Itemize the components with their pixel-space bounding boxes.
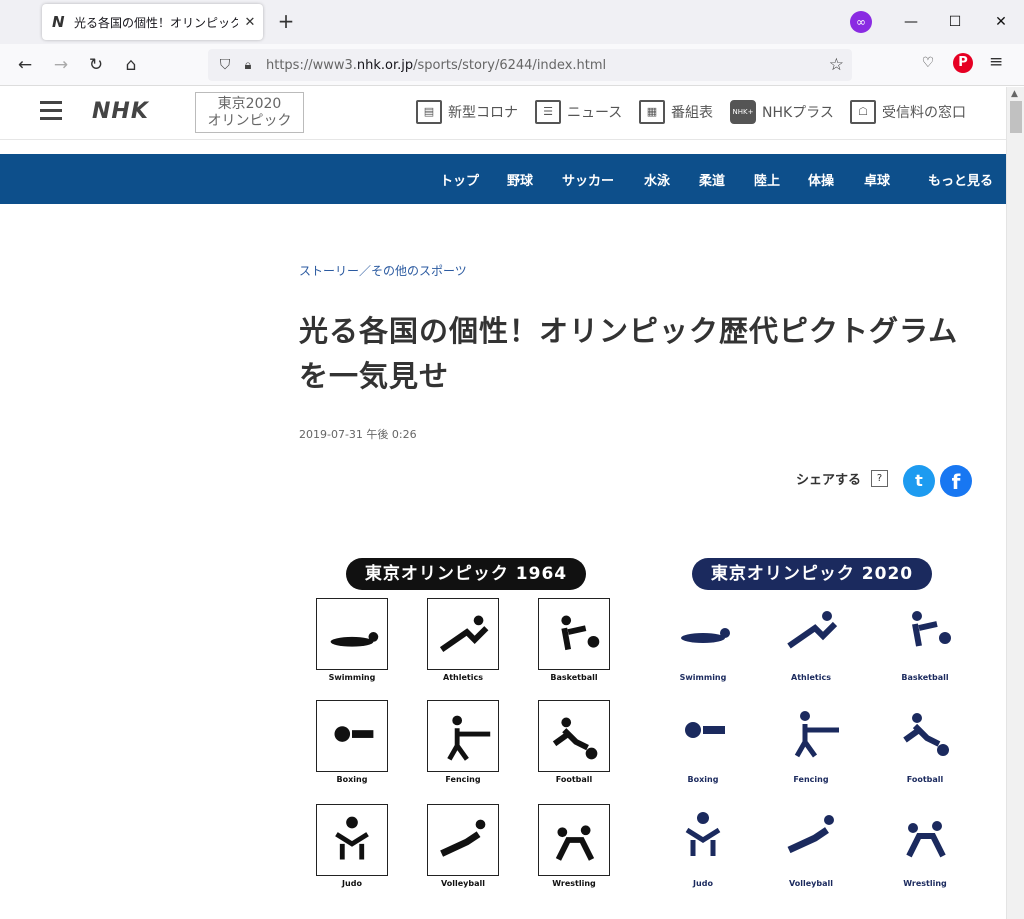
pictogram-2020-boxing — [667, 696, 739, 768]
sports-nav-table-tennis[interactable]: 卓球 — [864, 170, 890, 189]
sports-nav-athletics[interactable]: 陸上 — [754, 170, 780, 189]
pictogram-2020-fencing — [775, 696, 847, 768]
browser-nav-bar: ← → ↻ ⌂ ⛉ 🔒︎ https://www3.nhk.or.jp/spor… — [0, 44, 1024, 86]
header-link-news[interactable]: ☰ ニュース — [535, 97, 622, 127]
nhk-favicon-icon: N — [52, 13, 65, 31]
pictogram-2020-swimming — [667, 594, 739, 666]
grid-schedule-icon: ▦ — [639, 100, 665, 124]
sports-nav-baseball[interactable]: 野球 — [507, 170, 533, 189]
publish-date: 2019-07-31 午後 0:26 — [299, 428, 417, 441]
label-2020-boxing: Boxing — [687, 775, 719, 784]
label-1964-fencing: Fencing — [445, 775, 481, 784]
share-label: シェアする — [796, 473, 862, 488]
pictogram-1964-fencing — [427, 700, 499, 772]
url-text[interactable]: https://www3.nhk.or.jp/sports/story/6244… — [266, 58, 606, 73]
label-1964-judo: Judo — [342, 879, 362, 888]
hamburger-menu-icon[interactable] — [40, 101, 62, 121]
pictogram-comparison-image: 東京オリンピック 1964 東京オリンピック 2020 Swimming Swim… — [300, 549, 980, 919]
label-2020-athletics: Athletics — [791, 673, 831, 682]
tab-title: 光る各国の個性！オリンピック歴代 — [74, 15, 238, 30]
address-bar[interactable]: ⛉ 🔒︎ https://www3.nhk.or.jp/sports/story… — [208, 49, 852, 81]
lock-icon[interactable]: 🔒︎ — [240, 58, 256, 73]
sports-nav-judo[interactable]: 柔道 — [699, 170, 725, 189]
scroll-thumb[interactable] — [1010, 101, 1022, 133]
reload-button[interactable]: ↻ — [83, 52, 109, 78]
header-link-nhkplus[interactable]: NHK+ NHKプラス — [730, 97, 834, 127]
nhk-logo[interactable]: NHK — [92, 99, 149, 124]
pictogram-1964-judo — [316, 804, 388, 876]
pictogram-2020-athletics — [775, 594, 847, 666]
sports-nav-more[interactable]: もっと見る — [928, 170, 993, 189]
pictogram-2020-wrestling — [889, 800, 961, 872]
header-link-corona[interactable]: ▤ 新型コロナ — [416, 97, 518, 127]
tracking-shield-icon[interactable]: ⛉ — [216, 57, 234, 73]
window-close-button[interactable]: ✕ — [989, 10, 1013, 34]
title-1964: 東京オリンピック 1964 — [346, 558, 586, 590]
private-mask-icon[interactable]: ∞ — [850, 11, 872, 33]
pictogram-2020-basketball — [889, 594, 961, 666]
browser-tab-bar: N 光る各国の個性！オリンピック歴代 ✕ + ∞ — ☐ ✕ — [0, 0, 1024, 44]
pictogram-1964-boxing — [316, 700, 388, 772]
label-2020-wrestling: Wrestling — [903, 879, 947, 888]
label-2020-fencing: Fencing — [793, 775, 829, 784]
home-button[interactable]: ⌂ — [118, 52, 144, 78]
page-scrollbar[interactable]: ▲ — [1006, 87, 1024, 919]
scroll-up-arrow-icon[interactable]: ▲ — [1011, 89, 1018, 99]
site-header: NHK 東京2020 オリンピック ▤ 新型コロナ ☰ ニュース ▦ 番組表 N… — [0, 87, 1006, 140]
nhk-plus-icon: NHK+ — [730, 100, 756, 124]
app-menu-button[interactable]: ≡ — [989, 52, 1003, 72]
minimize-button[interactable]: — — [899, 10, 923, 34]
page-viewport: NHK 東京2020 オリンピック ▤ 新型コロナ ☰ ニュース ▦ 番組表 N… — [0, 87, 1024, 919]
sports-nav-swimming[interactable]: 水泳 — [644, 170, 670, 189]
label-1964-volleyball: Volleyball — [441, 879, 485, 888]
label-1964-boxing: Boxing — [336, 775, 368, 784]
pocket-icon[interactable]: ♡ — [918, 53, 938, 73]
pinterest-icon[interactable]: P — [953, 53, 973, 73]
pictogram-1964-volleyball — [427, 804, 499, 876]
header-link-reception[interactable]: ☖ 受信料の窓口 — [850, 97, 966, 127]
title-2020: 東京オリンピック 2020 — [692, 558, 932, 590]
label-2020-judo: Judo — [693, 879, 713, 888]
pictogram-1964-basketball — [538, 598, 610, 670]
maximize-button[interactable]: ☐ — [943, 10, 967, 34]
pictogram-2020-volleyball — [775, 800, 847, 872]
browser-tab-active[interactable]: N 光る各国の個性！オリンピック歴代 ✕ — [42, 4, 263, 40]
pictogram-1964-swimming — [316, 598, 388, 670]
pictogram-2020-judo — [667, 800, 739, 872]
label-2020-volleyball: Volleyball — [789, 879, 833, 888]
label-1964-basketball: Basketball — [550, 673, 598, 682]
newspaper-icon: ☰ — [535, 100, 561, 124]
label-2020-football: Football — [906, 775, 944, 784]
sports-nav-soccer[interactable]: サッカー — [562, 170, 614, 189]
tokyo2020-logo[interactable]: 東京2020 オリンピック — [195, 92, 304, 133]
article-headline: 光る各国の個性！オリンピック歴代ピクトグラムを一気見せ — [299, 314, 959, 393]
close-tab-icon[interactable]: ✕ — [242, 15, 258, 30]
news-board-icon: ▤ — [416, 100, 442, 124]
share-help-button[interactable]: ? — [871, 470, 888, 487]
pictogram-1964-wrestling — [538, 804, 610, 876]
label-1964-athletics: Athletics — [443, 673, 483, 682]
pictogram-1964-football — [538, 700, 610, 772]
label-1964-swimming: Swimming — [328, 673, 376, 682]
label-2020-swimming: Swimming — [679, 673, 727, 682]
twitter-share-icon[interactable]: t — [903, 465, 935, 497]
label-2020-basketball: Basketball — [901, 673, 949, 682]
reception-icon: ☖ — [850, 100, 876, 124]
facebook-share-icon[interactable]: f — [940, 465, 972, 497]
label-1964-wrestling: Wrestling — [552, 879, 596, 888]
back-button[interactable]: ← — [12, 52, 38, 78]
pictogram-1964-athletics — [427, 598, 499, 670]
breadcrumb[interactable]: ストーリー／その他のスポーツ — [299, 262, 467, 279]
sports-nav-top[interactable]: トップ — [440, 170, 479, 189]
sports-nav: トップ 野球 サッカー 水泳 柔道 陸上 体操 卓球 もっと見る — [0, 154, 1006, 204]
forward-button[interactable]: → — [48, 52, 74, 78]
header-link-schedule[interactable]: ▦ 番組表 — [639, 97, 713, 127]
new-tab-button[interactable]: + — [276, 10, 296, 32]
bookmark-star-icon[interactable]: ☆ — [829, 55, 844, 75]
pictogram-2020-football — [889, 696, 961, 768]
sports-nav-gymnastics[interactable]: 体操 — [808, 170, 834, 189]
label-1964-football: Football — [555, 775, 593, 784]
